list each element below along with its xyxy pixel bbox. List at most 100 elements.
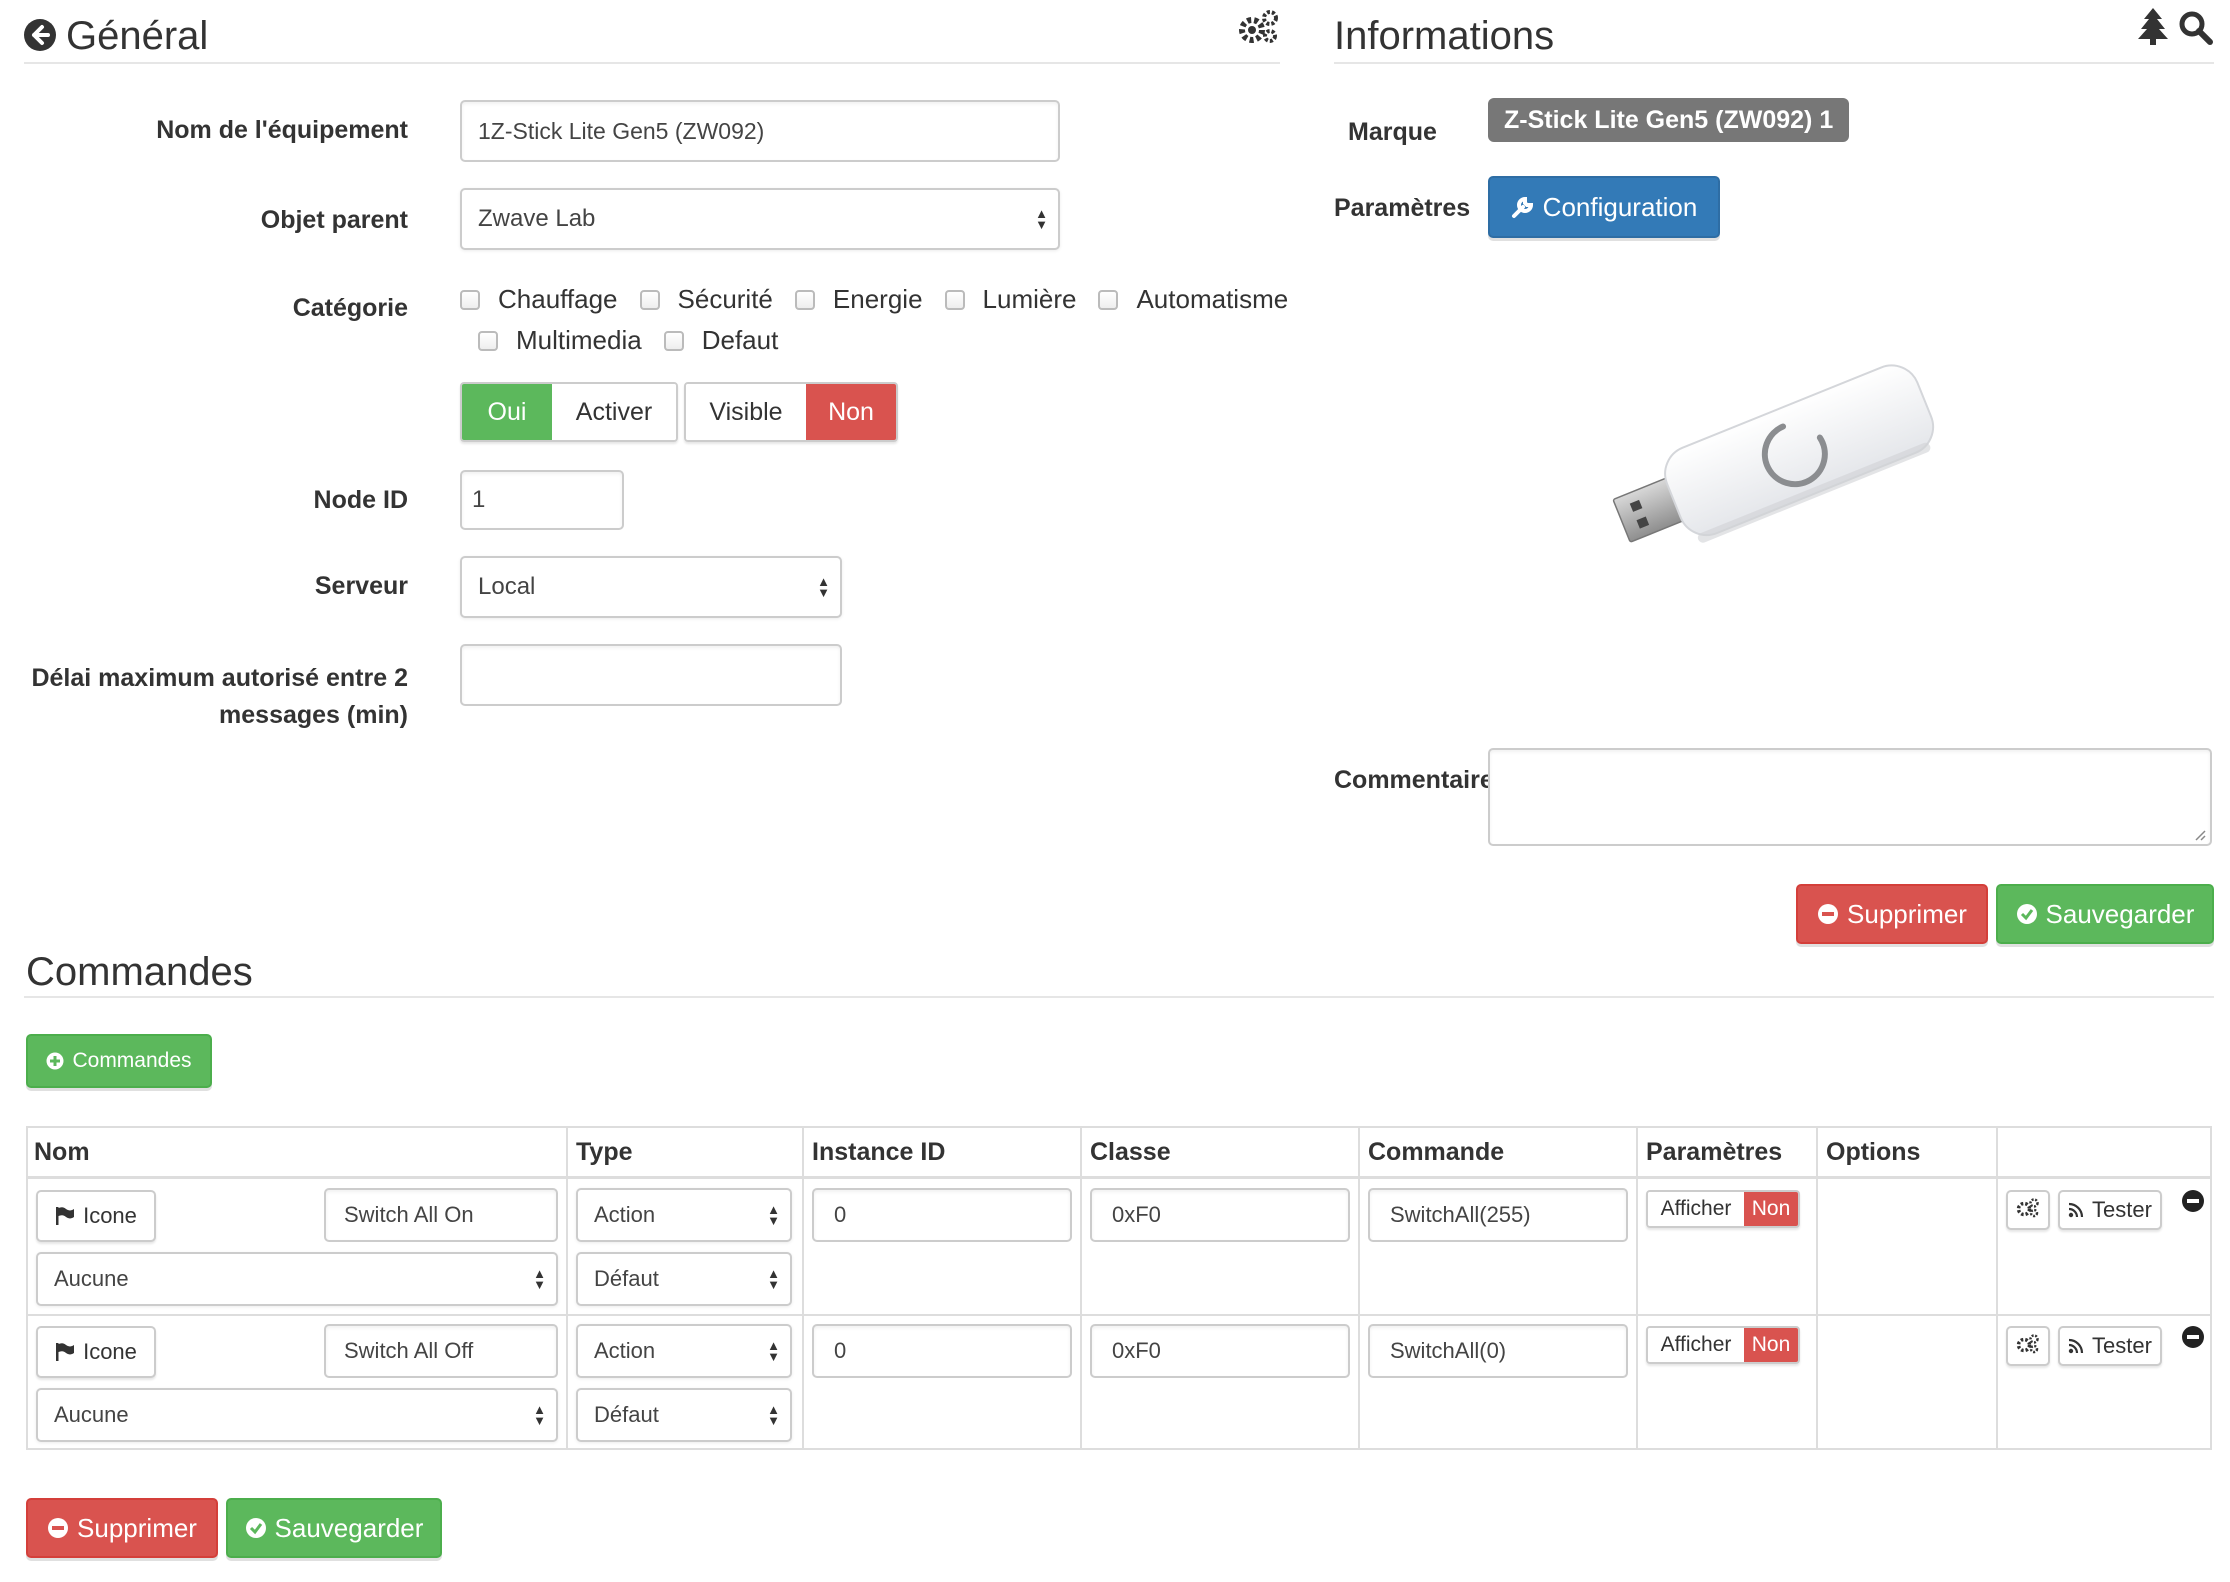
visible-off[interactable]: Non [806,384,896,440]
command-input[interactable]: SwitchAll(0) [1368,1324,1628,1378]
commands-save-button[interactable]: Sauvegarder [226,1498,442,1558]
checkbox[interactable] [639,289,660,310]
parent-object-select[interactable]: Zwave Lab ▲ ▼ [460,188,1060,250]
enable-on[interactable]: Oui [462,384,552,440]
select-arrows-icon: ▲ ▼ [1035,206,1048,232]
category-defaut[interactable]: Defaut [663,325,778,356]
general-divider [24,62,1280,64]
checkbox[interactable] [663,330,684,351]
configuration-label: Configuration [1542,191,1698,222]
checkbox[interactable] [460,289,480,310]
checkbox[interactable] [794,289,815,310]
search-icon[interactable] [2178,10,2214,46]
name-label: Nom de l'équipement [156,116,408,144]
configuration-button[interactable]: Configuration [1488,176,1720,238]
instance-id-input[interactable]: 0 [812,1324,1072,1378]
delay-input[interactable] [460,644,842,706]
select-arrows-icon: ▲ ▼ [767,1338,780,1364]
header-type: Type [576,1138,633,1166]
class-input[interactable]: 0xF0 [1090,1324,1350,1378]
header-commande: Commande [1368,1138,1505,1166]
category-lumiere[interactable]: Lumière [944,284,1076,315]
server-label: Serveur [314,572,408,600]
add-command-button[interactable]: Commandes [26,1034,212,1088]
test-button[interactable]: Tester [2058,1190,2162,1230]
flag-icon [55,1207,75,1225]
enable-label[interactable]: Activer [552,384,676,440]
command-type-select[interactable]: Action ▲ ▼ [576,1324,792,1378]
checkbox[interactable] [944,289,965,310]
header-options: Options [1826,1138,1921,1166]
icon-button[interactable]: Icone [36,1326,156,1378]
category-multimedia[interactable]: Multimedia [478,325,642,356]
select-arrows-icon: ▲ ▼ [533,1402,546,1428]
command-config-button[interactable] [2006,1326,2050,1366]
class-input[interactable]: 0xF0 [1090,1188,1350,1242]
commands-save-label: Sauvegarder [274,1512,424,1543]
comment-textarea[interactable] [1488,748,2212,846]
brand-badge: Z-Stick Lite Gen5 (ZW092) 1 [1488,98,1850,142]
category-automatisme[interactable]: Automatisme [1098,284,1288,315]
command-link-select[interactable]: Aucune ▲ ▼ [36,1252,558,1306]
flag-icon [55,1343,75,1361]
tree-icon[interactable] [2136,6,2170,46]
remove-row-icon[interactable] [2182,1326,2204,1348]
category-energie[interactable]: Energie [794,284,923,315]
show-label[interactable]: Afficher [1648,1328,1744,1362]
gears-icon [2016,1195,2040,1226]
category-chauffage[interactable]: Chauffage [460,284,618,315]
brand-label: Marque [1348,118,1437,146]
header-classe: Classe [1090,1138,1171,1166]
instance-id-input[interactable]: 0 [812,1188,1072,1242]
info-save-button[interactable]: Sauvegarder [1996,884,2214,944]
equipment-name-input[interactable]: 1Z-Stick Lite Gen5 (ZW092) [460,100,1060,162]
info-delete-button[interactable]: Supprimer [1796,884,1988,944]
commands-delete-button[interactable]: Supprimer [26,1498,218,1558]
col-divider [1816,1126,1818,1450]
select-arrows-icon: ▲ ▼ [767,1202,780,1228]
command-subtype-select[interactable]: Défaut ▲ ▼ [576,1252,792,1306]
command-link-select[interactable]: Aucune ▲ ▼ [36,1388,558,1442]
check-circle-icon [2016,903,2038,925]
visible-toggle[interactable]: Visible Non [684,382,898,442]
plus-circle-icon [46,1052,64,1070]
minus-circle-icon [1817,903,1839,925]
server-select[interactable]: Local ▲ ▼ [460,556,842,618]
col-divider [1080,1126,1082,1450]
icon-button[interactable]: Icone [36,1190,156,1242]
checkbox[interactable] [1098,289,1119,310]
parent-object-value: Zwave Lab [478,205,596,232]
info-save-label: Sauvegarder [2045,898,2195,929]
back-icon[interactable] [24,19,56,51]
command-name-input[interactable]: Switch All Off [324,1324,558,1378]
checkbox[interactable] [478,330,498,351]
check-circle-icon [245,1517,267,1539]
show-label[interactable]: Afficher [1648,1192,1744,1226]
category-securite[interactable]: Sécurité [639,284,773,315]
show-toggle[interactable]: Afficher Non [1646,1190,1800,1228]
test-button[interactable]: Tester [2058,1326,2162,1366]
show-off[interactable]: Non [1744,1328,1798,1362]
gears-icon [2016,1331,2040,1362]
parent-label: Objet parent [260,206,408,234]
visible-label[interactable]: Visible [686,384,806,440]
command-config-button[interactable] [2006,1190,2050,1230]
resize-handle-icon[interactable] [2194,828,2206,841]
remove-row-icon[interactable] [2182,1190,2204,1212]
gears-icon[interactable] [1238,8,1280,46]
show-toggle[interactable]: Afficher Non [1646,1326,1800,1364]
device-image [1590,340,1960,580]
command-input[interactable]: SwitchAll(255) [1368,1188,1628,1242]
command-type-select[interactable]: Action ▲ ▼ [576,1188,792,1242]
node-id-input[interactable]: 1 [460,470,624,530]
select-arrows-icon: ▲ ▼ [767,1266,780,1292]
enable-toggle[interactable]: Oui Activer [460,382,678,442]
header-parametres: Paramètres [1646,1138,1783,1166]
category-checkboxes: Chauffage Sécurité Energie Lumière Autom… [460,284,1288,356]
command-subtype-select[interactable]: Défaut ▲ ▼ [576,1388,792,1442]
show-off[interactable]: Non [1744,1192,1798,1226]
comment-label: Commentaire [1334,766,1494,794]
col-divider [1996,1126,1998,1450]
informations-title: Informations [1334,14,1555,58]
command-name-input[interactable]: Switch All On [324,1188,558,1242]
